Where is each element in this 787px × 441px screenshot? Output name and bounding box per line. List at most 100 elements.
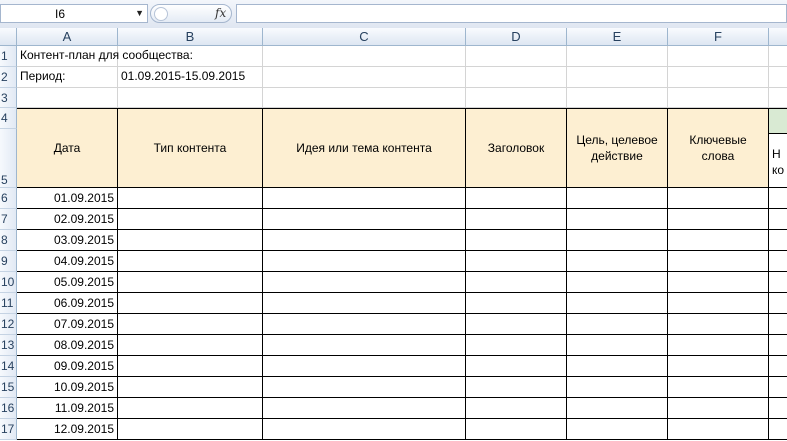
cell-b6[interactable] bbox=[118, 188, 263, 209]
row-header-2[interactable]: 2 bbox=[0, 67, 17, 88]
cell-e7[interactable] bbox=[567, 209, 668, 230]
cell-d13[interactable] bbox=[466, 335, 567, 356]
row-header-12[interactable]: 12 bbox=[0, 314, 17, 335]
row-header-17[interactable]: 17 bbox=[0, 419, 17, 440]
formula-input[interactable] bbox=[236, 4, 787, 23]
cell-b13[interactable] bbox=[118, 335, 263, 356]
cell-d10[interactable] bbox=[466, 272, 567, 293]
column-header-e[interactable]: E bbox=[567, 28, 668, 46]
cell-b3[interactable] bbox=[118, 88, 263, 108]
cell-c17[interactable] bbox=[263, 419, 466, 440]
cell-e9[interactable] bbox=[567, 251, 668, 272]
cell-f6[interactable] bbox=[668, 188, 769, 209]
cell-b8[interactable] bbox=[118, 230, 263, 251]
cell-g12[interactable] bbox=[769, 314, 787, 335]
cell-b12[interactable] bbox=[118, 314, 263, 335]
cell-e11[interactable] bbox=[567, 293, 668, 314]
cell-a14[interactable]: 09.09.2015 bbox=[17, 356, 118, 377]
cell-g6[interactable] bbox=[769, 188, 787, 209]
row-header-5[interactable]: 5 bbox=[0, 129, 17, 188]
cell-b17[interactable] bbox=[118, 419, 263, 440]
cell-c9[interactable] bbox=[263, 251, 466, 272]
row-header-15[interactable]: 15 bbox=[0, 377, 17, 398]
row-header-11[interactable]: 11 bbox=[0, 293, 17, 314]
cell-f11[interactable] bbox=[668, 293, 769, 314]
cell-a11[interactable]: 06.09.2015 bbox=[17, 293, 118, 314]
header-goal[interactable]: Цель, целевое действие bbox=[567, 109, 668, 188]
cell-c11[interactable] bbox=[263, 293, 466, 314]
cell-c2[interactable] bbox=[263, 67, 466, 88]
column-header-d[interactable]: D bbox=[466, 28, 567, 46]
cell-b7[interactable] bbox=[118, 209, 263, 230]
cell-d11[interactable] bbox=[466, 293, 567, 314]
row-header-7[interactable]: 7 bbox=[0, 209, 17, 230]
cell-c7[interactable] bbox=[263, 209, 466, 230]
select-all-corner[interactable] bbox=[0, 28, 17, 46]
cell-d2[interactable] bbox=[466, 67, 567, 88]
cell-g3[interactable] bbox=[769, 88, 787, 108]
cell-b14[interactable] bbox=[118, 356, 263, 377]
cell-e17[interactable] bbox=[567, 419, 668, 440]
cell-d9[interactable] bbox=[466, 251, 567, 272]
cell-e14[interactable] bbox=[567, 356, 668, 377]
cell-a15[interactable]: 10.09.2015 bbox=[17, 377, 118, 398]
cell-f17[interactable] bbox=[668, 419, 769, 440]
cell-g10[interactable] bbox=[769, 272, 787, 293]
cell-d3[interactable] bbox=[466, 88, 567, 108]
cell-b1[interactable] bbox=[118, 46, 263, 67]
cell-a10[interactable]: 05.09.2015 bbox=[17, 272, 118, 293]
cell-c10[interactable] bbox=[263, 272, 466, 293]
cell-g13[interactable] bbox=[769, 335, 787, 356]
row-header-3[interactable]: 3 bbox=[0, 88, 17, 108]
cell-b9[interactable] bbox=[118, 251, 263, 272]
cell-e8[interactable] bbox=[567, 230, 668, 251]
cell-g2[interactable] bbox=[769, 67, 787, 88]
cell-g11[interactable] bbox=[769, 293, 787, 314]
column-header-g[interactable] bbox=[769, 28, 787, 46]
header-content-type[interactable]: Тип контента bbox=[118, 109, 263, 188]
cell-g8[interactable] bbox=[769, 230, 787, 251]
cell-d17[interactable] bbox=[466, 419, 567, 440]
cell-f13[interactable] bbox=[668, 335, 769, 356]
row-header-8[interactable]: 8 bbox=[0, 230, 17, 251]
cell-a7[interactable]: 02.09.2015 bbox=[17, 209, 118, 230]
cell-e2[interactable] bbox=[567, 67, 668, 88]
row-header-1[interactable]: 1 bbox=[0, 46, 17, 67]
cell-f15[interactable] bbox=[668, 377, 769, 398]
cell-a2[interactable]: Период: bbox=[17, 67, 118, 88]
cell-b16[interactable] bbox=[118, 398, 263, 419]
header-date[interactable]: Дата bbox=[17, 109, 118, 188]
resize-handle-icon[interactable] bbox=[154, 7, 168, 21]
column-header-c[interactable]: C bbox=[263, 28, 466, 46]
header-content-idea[interactable]: Идея или тема контента bbox=[263, 109, 466, 188]
cell-f1[interactable] bbox=[668, 46, 769, 67]
cell-g16[interactable] bbox=[769, 398, 787, 419]
cell-f2[interactable] bbox=[668, 67, 769, 88]
row-header-4[interactable]: 4 bbox=[0, 108, 17, 129]
cell-c14[interactable] bbox=[263, 356, 466, 377]
cell-e13[interactable] bbox=[567, 335, 668, 356]
row-header-14[interactable]: 14 bbox=[0, 356, 17, 377]
name-box[interactable]: I6 ▼ bbox=[0, 4, 148, 23]
chevron-down-icon[interactable]: ▼ bbox=[135, 8, 144, 18]
cell-g15[interactable] bbox=[769, 377, 787, 398]
cell-d14[interactable] bbox=[466, 356, 567, 377]
cell-a13[interactable]: 08.09.2015 bbox=[17, 335, 118, 356]
cell-e1[interactable] bbox=[567, 46, 668, 67]
cell-f10[interactable] bbox=[668, 272, 769, 293]
cell-d12[interactable] bbox=[466, 314, 567, 335]
column-header-a[interactable]: A bbox=[17, 28, 118, 46]
cell-d1[interactable] bbox=[466, 46, 567, 67]
row-header-16[interactable]: 16 bbox=[0, 398, 17, 419]
header-title[interactable]: Заголовок bbox=[466, 109, 567, 188]
cell-g1[interactable] bbox=[769, 46, 787, 67]
cell-c3[interactable] bbox=[263, 88, 466, 108]
cell-g7[interactable] bbox=[769, 209, 787, 230]
cell-a8[interactable]: 03.09.2015 bbox=[17, 230, 118, 251]
cell-f9[interactable] bbox=[668, 251, 769, 272]
cell-e15[interactable] bbox=[567, 377, 668, 398]
cell-c8[interactable] bbox=[263, 230, 466, 251]
row-header-9[interactable]: 9 bbox=[0, 251, 17, 272]
cell-b10[interactable] bbox=[118, 272, 263, 293]
cell-e12[interactable] bbox=[567, 314, 668, 335]
